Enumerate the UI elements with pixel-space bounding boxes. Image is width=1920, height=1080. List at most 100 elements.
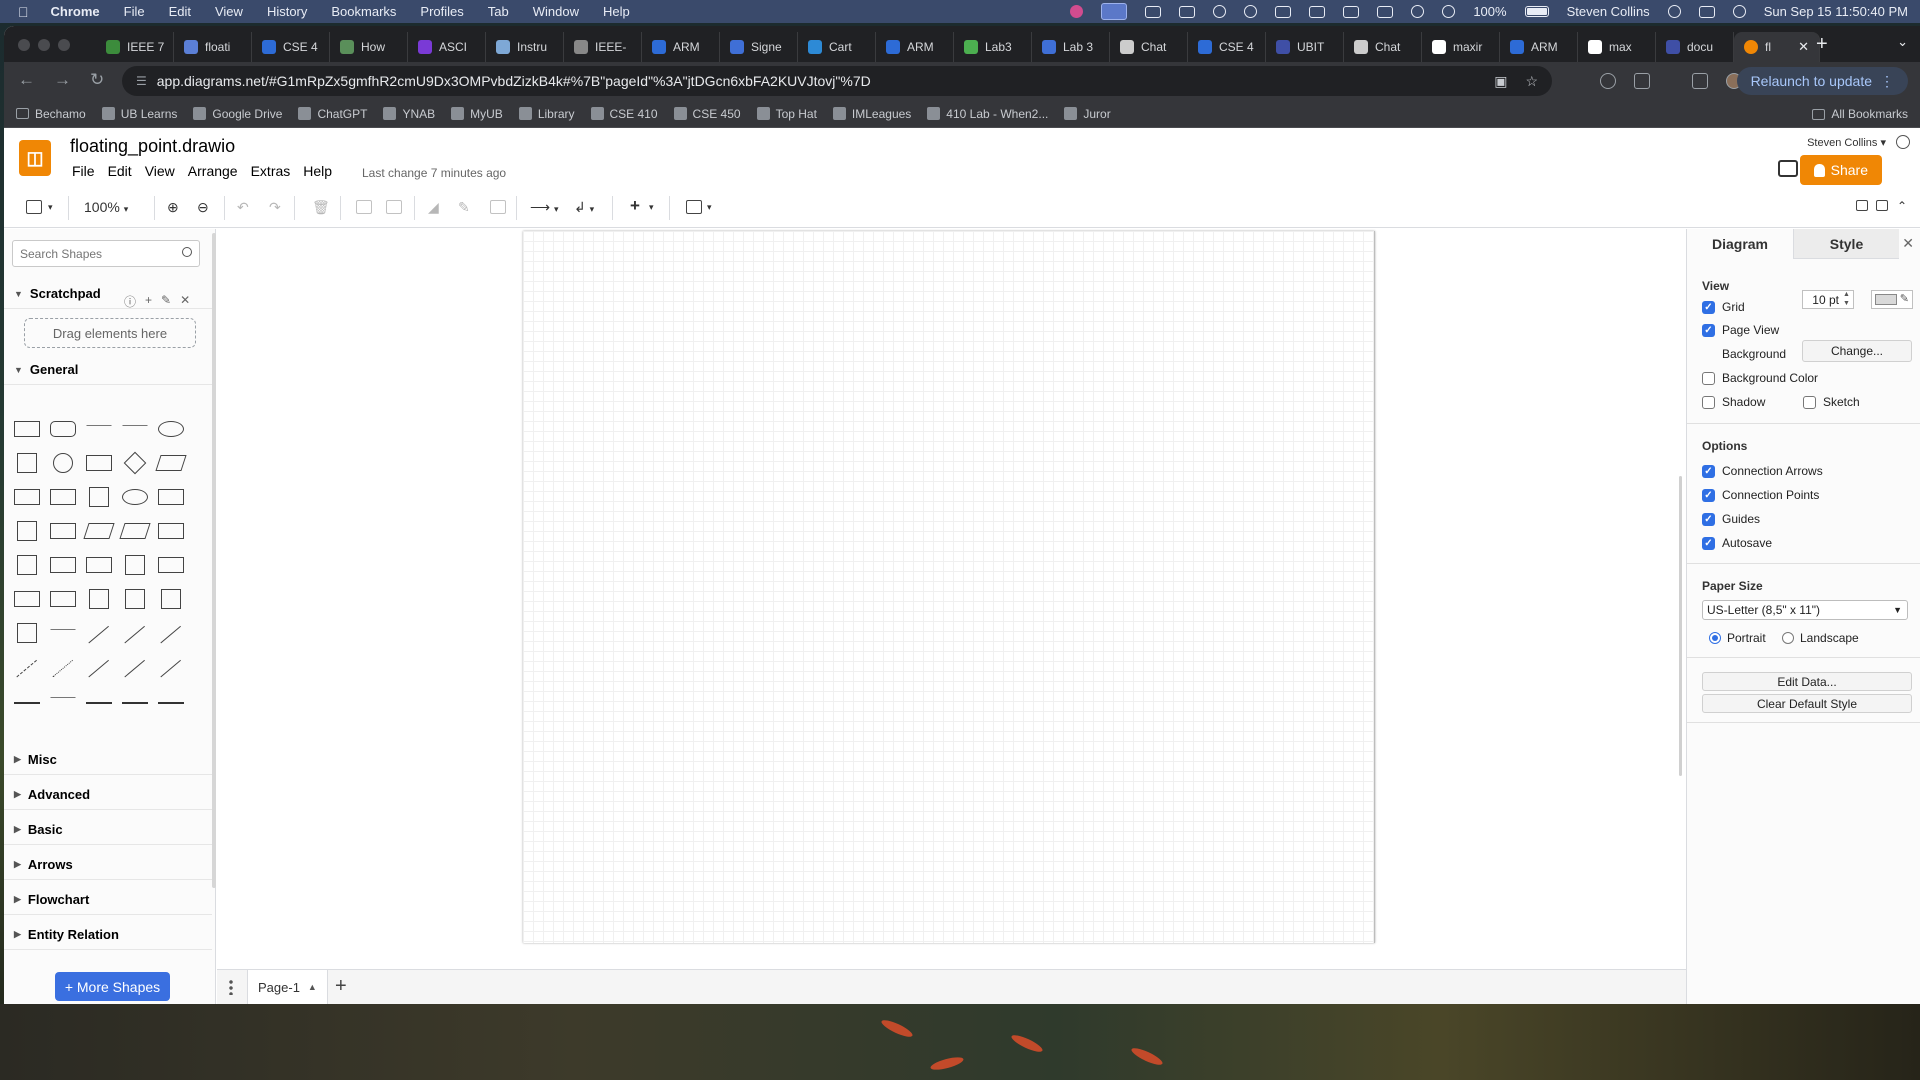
grid-color-picker[interactable]: ✎ bbox=[1871, 290, 1913, 309]
shape-data-storage[interactable] bbox=[50, 591, 76, 607]
format-panel-icon[interactable] bbox=[1876, 200, 1888, 211]
file-name[interactable]: floating_point.drawio bbox=[70, 136, 235, 157]
bookmark-item[interactable]: YNAB bbox=[383, 107, 435, 121]
copy-icon[interactable] bbox=[1179, 5, 1196, 18]
shape-ellipse[interactable] bbox=[158, 421, 184, 437]
bookmark-item[interactable]: Library bbox=[518, 107, 575, 121]
undo-icon[interactable]: ↶ bbox=[237, 199, 249, 216]
landscape-radio-row[interactable]: Landscape bbox=[1782, 631, 1859, 645]
spotlight-search-icon[interactable] bbox=[1667, 5, 1681, 18]
bookmark-item[interactable]: Bechamo bbox=[16, 107, 86, 121]
text-input-icon[interactable] bbox=[1343, 5, 1360, 18]
theme-toggle-icon[interactable] bbox=[1896, 135, 1910, 149]
page-tab[interactable]: Page-1 ▲ bbox=[247, 970, 328, 1004]
menubar-bookmarks[interactable]: Bookmarks bbox=[331, 4, 396, 19]
shape-square[interactable] bbox=[17, 453, 37, 473]
control-center-icon[interactable] bbox=[1698, 5, 1715, 18]
connection-arrows-checkbox[interactable]: ✓ bbox=[1702, 464, 1715, 478]
browser-tab[interactable]: How bbox=[330, 32, 408, 62]
section-entity-relation[interactable]: ▶ Entity Relation bbox=[4, 920, 212, 950]
menubar-help[interactable]: Help bbox=[603, 4, 630, 19]
browser-tab[interactable]: ASCI bbox=[408, 32, 486, 62]
change-background-button[interactable]: Change... bbox=[1802, 340, 1912, 362]
glasses-icon[interactable] bbox=[1145, 5, 1162, 18]
extension-badge-icon[interactable] bbox=[1600, 73, 1616, 89]
to-front-icon[interactable] bbox=[356, 200, 372, 214]
bookmark-item[interactable]: Top Hat bbox=[756, 107, 817, 121]
browser-tab[interactable]: Instru bbox=[486, 32, 564, 62]
shape-diamond[interactable] bbox=[123, 451, 147, 475]
shape-list-item[interactable] bbox=[50, 629, 76, 637]
tab-style[interactable]: Style bbox=[1793, 229, 1899, 259]
vertical-scrollbar[interactable] bbox=[1679, 476, 1682, 776]
landscape-radio[interactable] bbox=[1782, 632, 1794, 644]
status-app-icon[interactable] bbox=[1070, 5, 1084, 18]
shape-rounded-rectangle[interactable] bbox=[50, 421, 76, 437]
shape-step[interactable] bbox=[83, 523, 115, 539]
window-layout-icon[interactable] bbox=[1377, 5, 1394, 18]
shape-triangle[interactable] bbox=[50, 489, 76, 505]
zoom-level-select[interactable]: 100% ▾ bbox=[84, 199, 128, 215]
shape-or-shape[interactable] bbox=[158, 557, 184, 573]
clear-default-style-button[interactable]: Clear Default Style bbox=[1702, 694, 1912, 713]
help-icon[interactable]: ⓘ bbox=[124, 293, 136, 310]
bookmark-item[interactable]: CSE 450 bbox=[673, 107, 741, 121]
close-icon[interactable]: ✕ bbox=[180, 293, 190, 310]
shape-process[interactable] bbox=[86, 455, 112, 471]
edit-data-button[interactable]: Edit Data... bbox=[1702, 672, 1912, 691]
address-bar[interactable]: ☰ app.diagrams.net/#G1mRpZx5gmfhR2cmU9Dx… bbox=[122, 66, 1552, 96]
site-info-icon[interactable]: ☰ bbox=[136, 74, 147, 88]
shape-bidirectional-arrow[interactable] bbox=[124, 625, 146, 645]
section-misc[interactable]: ▶ Misc bbox=[4, 745, 212, 775]
menubar-tab[interactable]: Tab bbox=[488, 4, 509, 19]
shape-connector-3-labels[interactable] bbox=[122, 702, 148, 704]
close-tab-icon[interactable]: ✕ bbox=[1798, 39, 1809, 55]
connection-arrows-row[interactable]: ✓ Connection Arrows bbox=[1702, 464, 1823, 478]
shadow-checkbox[interactable] bbox=[1702, 395, 1715, 409]
bookmark-item[interactable]: Juror bbox=[1064, 107, 1111, 121]
line-color-icon[interactable]: ✎ bbox=[458, 199, 470, 216]
last-change-status[interactable]: Last change 7 minutes ago bbox=[362, 166, 506, 180]
menubar-profiles[interactable]: Profiles bbox=[420, 4, 463, 19]
page-tab-chevron-icon[interactable]: ▲ bbox=[308, 982, 317, 992]
window-zoom-button[interactable] bbox=[58, 39, 70, 51]
menu-file[interactable]: File bbox=[72, 163, 95, 179]
browser-tab[interactable]: Lab 3 bbox=[1032, 32, 1110, 62]
page-view-checkbox-row[interactable]: ✓ Page View bbox=[1702, 323, 1779, 337]
bookmark-item[interactable]: IMLeagues bbox=[832, 107, 911, 121]
connection-style-icon[interactable]: ⟶ ▾ bbox=[530, 199, 559, 216]
cloud-icon[interactable] bbox=[1244, 5, 1258, 18]
sketch-checkbox-row[interactable]: Sketch bbox=[1803, 395, 1860, 409]
shape-connector-symbol[interactable] bbox=[158, 702, 184, 704]
search-icon[interactable] bbox=[182, 247, 192, 257]
background-color-checkbox-row[interactable]: Background Color bbox=[1702, 371, 1818, 385]
menubar-view[interactable]: View bbox=[215, 4, 243, 19]
bookmark-item[interactable]: MyUB bbox=[451, 107, 503, 121]
shape-hexagon[interactable] bbox=[14, 489, 40, 505]
page-view-checkbox[interactable]: ✓ bbox=[1702, 323, 1715, 337]
zoom-in-icon[interactable]: ⊕ bbox=[167, 199, 179, 216]
browser-tab[interactable]: CSE 4 bbox=[1188, 32, 1266, 62]
insert-dropdown-chevron-icon[interactable]: ▾ bbox=[649, 202, 654, 213]
background-color-checkbox[interactable] bbox=[1702, 371, 1715, 385]
page-grid[interactable] bbox=[523, 231, 1375, 943]
shape-tape[interactable] bbox=[158, 523, 184, 539]
insert-plus-icon[interactable]: + bbox=[630, 196, 640, 216]
autosave-checkbox[interactable]: ✓ bbox=[1702, 536, 1715, 550]
back-button[interactable]: ← bbox=[18, 70, 35, 90]
share-button[interactable]: Share bbox=[1799, 155, 1882, 185]
menubar-app-name[interactable]: Chrome bbox=[51, 4, 100, 19]
to-back-icon[interactable] bbox=[386, 200, 402, 214]
shape-list[interactable] bbox=[17, 623, 37, 643]
clock-icon[interactable] bbox=[1411, 5, 1425, 18]
guides-checkbox[interactable]: ✓ bbox=[1702, 512, 1715, 526]
shape-link[interactable] bbox=[14, 702, 40, 704]
section-arrows[interactable]: ▶ Arrows bbox=[4, 850, 212, 880]
menu-help[interactable]: Help bbox=[303, 163, 332, 179]
sketch-checkbox[interactable] bbox=[1803, 395, 1816, 409]
format-panel-toggle-icon[interactable] bbox=[26, 200, 42, 214]
portrait-radio[interactable] bbox=[1709, 632, 1721, 644]
browser-tab[interactable]: Signe bbox=[720, 32, 798, 62]
connection-points-row[interactable]: ✓ Connection Points bbox=[1702, 488, 1819, 502]
redo-icon[interactable]: ↷ bbox=[269, 199, 281, 216]
